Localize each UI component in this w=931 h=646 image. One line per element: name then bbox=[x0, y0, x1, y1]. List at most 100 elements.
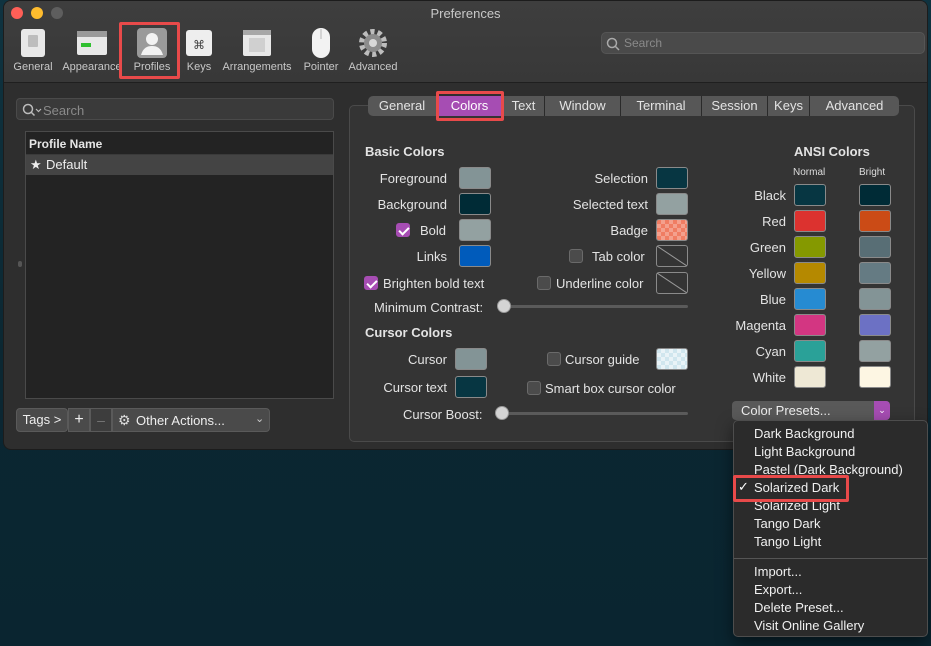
tab-keys[interactable]: Keys bbox=[768, 96, 810, 116]
badge-label: Badge bbox=[610, 223, 648, 238]
preset-menu-item[interactable]: Tango Dark bbox=[754, 516, 820, 531]
profile-row-default[interactable]: ★ Default bbox=[26, 155, 333, 175]
ansi-yellow-bright-well[interactable] bbox=[859, 262, 891, 284]
profile-search-placeholder: Search bbox=[43, 103, 85, 118]
ansi-magenta-normal-well[interactable] bbox=[794, 314, 826, 336]
bold-color-well[interactable] bbox=[459, 219, 491, 241]
tab-window[interactable]: Window bbox=[545, 96, 621, 116]
ansi-cyan-bright-well[interactable] bbox=[859, 340, 891, 362]
no-color-slash-icon bbox=[657, 273, 687, 293]
menu-separator bbox=[734, 558, 927, 559]
links-color-well[interactable] bbox=[459, 245, 491, 267]
underline-color-well[interactable] bbox=[656, 272, 688, 294]
search-icon bbox=[606, 37, 620, 51]
cursor-boost-slider[interactable] bbox=[496, 412, 688, 415]
tab-general[interactable]: General bbox=[368, 96, 437, 116]
chevron-down-icon: ⌄ bbox=[255, 413, 265, 425]
ansi-red-label: Red bbox=[762, 214, 786, 229]
links-label: Links bbox=[416, 249, 447, 264]
preset-menu-item[interactable]: Light Background bbox=[754, 444, 855, 459]
bold-checkbox[interactable] bbox=[396, 223, 410, 237]
appearance-icon bbox=[77, 31, 107, 55]
ansi-green-bright-well[interactable] bbox=[859, 236, 891, 258]
tab-text[interactable]: Text bbox=[503, 96, 545, 116]
smart-box-checkbox[interactable] bbox=[527, 381, 541, 395]
tab-color-checkbox[interactable] bbox=[569, 249, 583, 263]
cursor-guide-color-well[interactable] bbox=[656, 348, 688, 370]
ansi-black-bright-well[interactable] bbox=[859, 184, 891, 206]
ansi-magenta-bright-well[interactable] bbox=[859, 314, 891, 336]
splitter-handle[interactable] bbox=[18, 261, 22, 267]
color-presets-label: Color Presets... bbox=[741, 403, 831, 418]
ansi-white-normal-well[interactable] bbox=[794, 366, 826, 388]
toolbar-pointer[interactable]: Pointer bbox=[297, 25, 345, 77]
preset-menu-item[interactable]: Dark Background bbox=[754, 426, 854, 441]
selection-color-well[interactable] bbox=[656, 167, 688, 189]
foreground-color-well[interactable] bbox=[459, 167, 491, 189]
tab-terminal[interactable]: Terminal bbox=[621, 96, 702, 116]
underline-color-checkbox[interactable] bbox=[537, 276, 551, 290]
preset-action-item[interactable]: Visit Online Gallery bbox=[754, 618, 864, 633]
svg-text:⌘: ⌘ bbox=[193, 38, 205, 52]
toolbar-search-field[interactable]: Search bbox=[601, 32, 925, 54]
ansi-white-bright-well[interactable] bbox=[859, 366, 891, 388]
preset-menu-item[interactable]: Tango Light bbox=[754, 534, 821, 549]
min-contrast-label: Minimum Contrast: bbox=[374, 300, 484, 315]
min-contrast-slider[interactable] bbox=[498, 305, 688, 308]
tab-advanced[interactable]: Advanced bbox=[810, 96, 899, 116]
toolbar-advanced[interactable]: Advanced bbox=[345, 25, 401, 77]
profile-name-column-header: Profile Name bbox=[29, 137, 103, 151]
ansi-cyan-normal-well[interactable] bbox=[794, 340, 826, 362]
foreground-label: Foreground bbox=[379, 171, 447, 186]
tags-button[interactable]: Tags > bbox=[16, 408, 68, 432]
advanced-gear-icon bbox=[359, 29, 387, 57]
remove-profile-button[interactable]: – bbox=[90, 408, 112, 432]
min-contrast-slider-knob[interactable] bbox=[497, 299, 511, 313]
solarized-dark-highlight bbox=[733, 475, 849, 502]
toolbar-arrangements[interactable]: Arrangements bbox=[219, 25, 295, 77]
cursor-boost-label: Cursor Boost: bbox=[403, 407, 483, 422]
preset-action-item[interactable]: Import... bbox=[754, 564, 802, 579]
toolbar-general[interactable]: General bbox=[7, 25, 59, 77]
cursor-text-color-well[interactable] bbox=[455, 376, 487, 398]
arrangements-icon bbox=[243, 30, 271, 56]
toolbar-appearance[interactable]: Appearance bbox=[59, 25, 125, 77]
tab-color-well[interactable] bbox=[656, 245, 688, 267]
selected-text-label: Selected text bbox=[572, 197, 648, 212]
ansi-blue-label: Blue bbox=[759, 292, 786, 307]
ansi-blue-bright-well[interactable] bbox=[859, 288, 891, 310]
window-title: Preferences bbox=[430, 6, 501, 21]
chevron-down-icon: ⌄ bbox=[874, 401, 890, 420]
add-profile-button[interactable]: + bbox=[68, 408, 90, 432]
other-actions-popup[interactable]: ⚙ Other Actions... ⌄ bbox=[112, 408, 270, 432]
brighten-bold-checkbox[interactable] bbox=[364, 276, 378, 290]
preset-action-item[interactable]: Export... bbox=[754, 582, 802, 597]
underline-color-label: Underline color bbox=[556, 276, 644, 291]
ansi-black-normal-well[interactable] bbox=[794, 184, 826, 206]
cursor-guide-checkbox[interactable] bbox=[547, 352, 561, 366]
ansi-green-normal-well[interactable] bbox=[794, 236, 826, 258]
cursor-color-well[interactable] bbox=[455, 348, 487, 370]
cursor-boost-slider-knob[interactable] bbox=[495, 406, 509, 420]
badge-color-well[interactable] bbox=[656, 219, 688, 241]
color-presets-popup[interactable]: Color Presets... ⌄ bbox=[732, 401, 890, 420]
ansi-white-label: White bbox=[752, 370, 786, 385]
other-actions-label: Other Actions... bbox=[136, 413, 225, 428]
background-color-well[interactable] bbox=[459, 193, 491, 215]
ansi-blue-normal-well[interactable] bbox=[794, 288, 826, 310]
ansi-red-normal-well[interactable] bbox=[794, 210, 826, 232]
profile-list-header: Profile Name bbox=[26, 132, 333, 155]
selection-label: Selection bbox=[594, 171, 648, 186]
tab-session[interactable]: Session bbox=[702, 96, 768, 116]
preset-action-item[interactable]: Delete Preset... bbox=[754, 600, 844, 615]
toolbar-keys[interactable]: ⌘ Keys bbox=[179, 25, 219, 77]
selected-text-color-well[interactable] bbox=[656, 193, 688, 215]
ansi-red-bright-well[interactable] bbox=[859, 210, 891, 232]
tab-color-label: Tab color bbox=[592, 249, 645, 264]
pointer-icon bbox=[312, 28, 330, 58]
ansi-bright-header: Bright bbox=[859, 167, 886, 178]
ansi-colors-heading: ANSI Colors bbox=[794, 144, 870, 159]
ansi-yellow-normal-well[interactable] bbox=[794, 262, 826, 284]
profile-search-field[interactable]: Search bbox=[16, 98, 334, 120]
background-label: Background bbox=[377, 197, 447, 212]
